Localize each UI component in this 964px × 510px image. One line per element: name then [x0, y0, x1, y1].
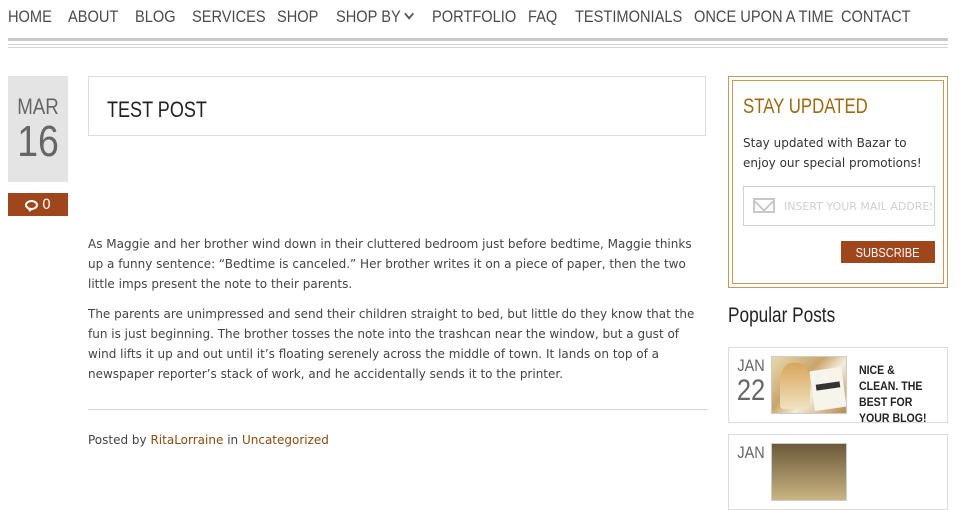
newsletter-inner-border: STAY UPDATED Stay updated with Bazar to …: [732, 80, 944, 284]
post-paragraph: As Maggie and her brother wind down in t…: [88, 237, 692, 291]
category-link[interactable]: Uncategorized: [242, 433, 329, 447]
post-date-day: 16: [17, 117, 59, 166]
comments-count: 0: [42, 196, 51, 213]
post-paragraph: The parents are unimpressed and send the…: [88, 307, 695, 381]
popular-post-item[interactable]: JAN: [728, 434, 948, 510]
nav-home[interactable]: HOME: [8, 7, 52, 27]
author-link[interactable]: RitaLorraine: [150, 433, 223, 447]
popular-post-thumbnail[interactable]: [771, 443, 847, 501]
post-divider: [88, 409, 708, 410]
post-content: As Maggie and her brother wind down in t…: [88, 234, 708, 394]
chevron-down-icon: [404, 8, 415, 20]
popular-post-date: JAN: [733, 443, 769, 463]
nav-shop-by-label: SHOP BY: [336, 7, 401, 26]
popular-post-item[interactable]: JAN 22 NICE & CLEAN. THE BEST FOR YOUR B…: [728, 347, 948, 426]
post-meta: Posted by RitaLorraine in Uncategorized: [88, 433, 329, 447]
popular-post-month: JAN: [737, 443, 765, 462]
speech-bubble-icon: [25, 199, 39, 212]
popular-post-month: JAN: [737, 356, 765, 375]
nav-once-upon-a-time[interactable]: ONCE UPON A TIME: [694, 7, 833, 27]
nav-contact[interactable]: CONTACT: [841, 7, 911, 27]
nav-portfolio[interactable]: PORTFOLIO: [432, 7, 516, 27]
post-title[interactable]: TEST POST: [107, 97, 207, 123]
newsletter-title: STAY UPDATED: [743, 95, 868, 118]
newsletter-email-input[interactable]: [784, 187, 932, 225]
popular-post-thumbnail[interactable]: [771, 356, 847, 414]
post-title-box: TEST POST: [88, 76, 706, 136]
nav-faq[interactable]: FAQ: [528, 7, 557, 27]
comments-count-button[interactable]: 0: [8, 193, 68, 216]
post-date-badge: MAR 16: [8, 76, 68, 182]
popular-post-date: JAN 22: [733, 356, 769, 406]
popular-post-title-link[interactable]: NICE & CLEAN. THE BEST FOR YOUR BLOG!: [859, 362, 935, 426]
main-navigation: HOME ABOUT BLOG SERVICES SHOP SHOP BY PO…: [8, 0, 948, 34]
popular-posts-title: Popular Posts: [728, 304, 836, 327]
nav-about[interactable]: ABOUT: [68, 7, 118, 27]
newsletter-text: Stay updated with Bazar to enjoy our spe…: [743, 136, 922, 170]
nav-testimonials[interactable]: TESTIMONIALS: [575, 7, 682, 27]
in-label: in: [227, 433, 239, 447]
newsletter-email-field[interactable]: [743, 186, 935, 226]
nav-services[interactable]: SERVICES: [192, 7, 266, 27]
posted-by-label: Posted by: [88, 433, 147, 447]
nav-blog[interactable]: BLOG: [135, 7, 176, 27]
nav-shop-by[interactable]: SHOP BY: [336, 7, 415, 27]
newsletter-widget: STAY UPDATED Stay updated with Bazar to …: [728, 76, 948, 288]
nav-divider: [8, 38, 948, 48]
popular-post-day: 22: [736, 374, 766, 407]
envelope-icon: [753, 198, 775, 213]
subscribe-button[interactable]: SUBSCRIBE: [841, 241, 935, 263]
subscribe-button-label: SUBSCRIBE: [856, 244, 920, 260]
nav-shop[interactable]: SHOP: [277, 7, 318, 27]
